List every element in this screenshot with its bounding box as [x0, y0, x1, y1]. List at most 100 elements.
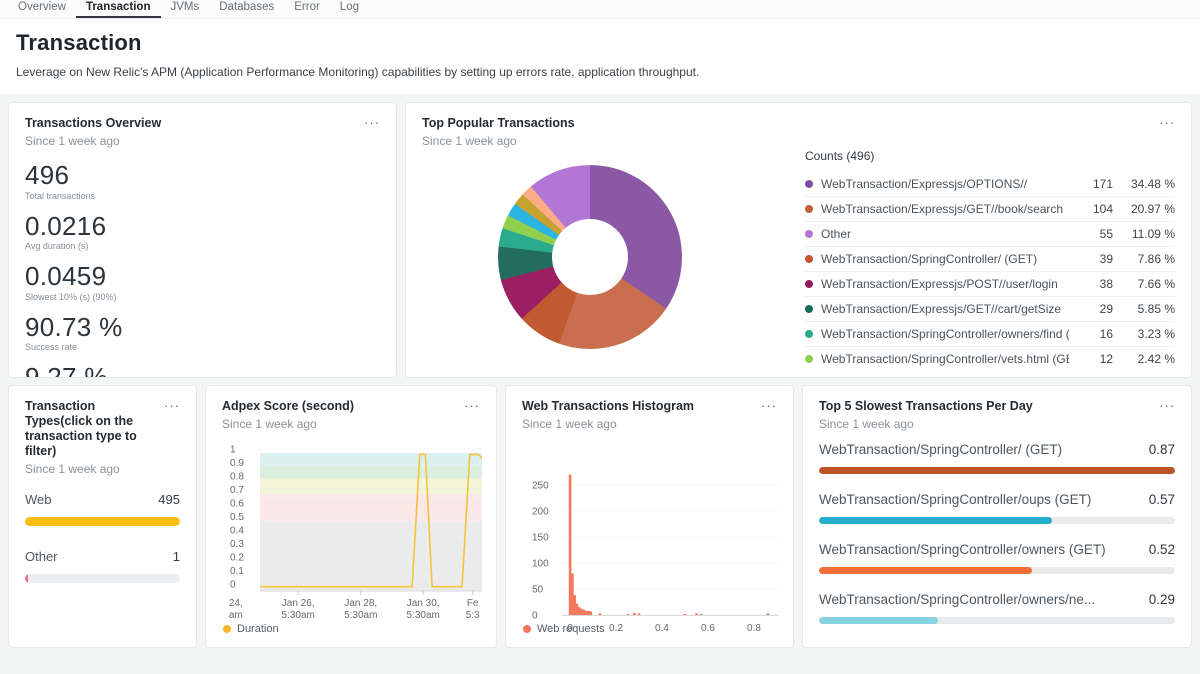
svg-text:0.8: 0.8 [747, 623, 761, 634]
svg-text:Jan 28,: Jan 28, [344, 598, 377, 609]
legend-label: Web requests [537, 623, 605, 635]
tab-overview[interactable]: Overview [8, 0, 76, 18]
tab-databases[interactable]: Databases [209, 0, 284, 18]
transaction-duration: 0.24 [1149, 641, 1175, 648]
metric-value: 9.27 % [25, 363, 380, 378]
svg-text:Fe: Fe [467, 598, 479, 609]
top5-row[interactable]: WebTransaction/SpringController/owners/n… [819, 591, 1175, 624]
panel-adpex-score: Adpex Score (second) Since 1 week ago ··… [205, 385, 497, 648]
svg-text:24,: 24, [229, 598, 243, 609]
types-label: Other [25, 549, 58, 564]
svg-text:0.7: 0.7 [230, 485, 244, 496]
legend-pct: 7.86 % [1113, 252, 1175, 266]
svg-text:0.1: 0.1 [230, 566, 244, 577]
panel-menu-button[interactable]: ··· [158, 399, 180, 459]
tab-jvms[interactable]: JVMs [161, 0, 210, 18]
svg-text:Jan 26,: Jan 26, [282, 598, 315, 609]
svg-text:0.9: 0.9 [230, 458, 244, 469]
legend-pct: 20.97 % [1113, 202, 1175, 216]
svg-text:0: 0 [230, 580, 236, 591]
legend-row[interactable]: WebTransaction/SpringController/owners/f… [805, 321, 1175, 346]
legend-pct: 3.23 % [1113, 327, 1175, 341]
metric-total-transactions: 496 Total transactions [25, 161, 380, 201]
series-color-dot [805, 205, 813, 213]
legend-row[interactable]: Other 55 11.09 % [805, 221, 1175, 246]
bar-track [819, 617, 1175, 624]
bar-fill [25, 574, 28, 583]
panel-title: Transaction Types(click on the transacti… [25, 399, 158, 459]
legend-pct: 2.42 % [1113, 352, 1175, 366]
series-color-dot [805, 305, 813, 313]
adpex-legend[interactable]: Duration [223, 623, 279, 635]
series-color-dot [805, 180, 813, 188]
panel-menu-button[interactable]: ··· [1153, 116, 1175, 148]
legend-row[interactable]: WebTransaction/Expressjs/OPTIONS// 171 3… [805, 171, 1175, 196]
legend-header: Counts (496) [805, 149, 1175, 171]
histogram-chart[interactable]: 05010015020025000.20.40.60.8 [522, 435, 779, 639]
svg-text:0.6: 0.6 [701, 623, 715, 634]
bar-track [819, 467, 1175, 474]
svg-text:5:30am: 5:30am [282, 610, 315, 621]
legend-row[interactable]: WebTransaction/Expressjs/GET//cart/getSi… [805, 296, 1175, 321]
legend-pct: 11.09 % [1113, 227, 1175, 241]
types-label: Web [25, 492, 52, 507]
svg-text:1: 1 [230, 445, 236, 456]
svg-text:0.5: 0.5 [230, 512, 244, 523]
svg-text:250: 250 [532, 481, 549, 492]
adpex-line-chart[interactable]: 10.90.80.70.60.50.40.30.20.1024,amJan 26… [222, 439, 482, 623]
panel-subtitle: Since 1 week ago [222, 417, 458, 431]
metric-failed-rate: 9.27 % Failed rate [25, 363, 380, 378]
types-value: 1 [173, 549, 180, 564]
types-bar-list: Web 495 Other 1 [25, 492, 180, 583]
panel-menu-button[interactable]: ··· [755, 399, 777, 431]
top5-row[interactable]: WebTransaction/SpringController/owners (… [819, 541, 1175, 574]
legend-row[interactable]: WebTransaction/Expressjs/POST//user/logi… [805, 271, 1175, 296]
types-value: 495 [158, 492, 180, 507]
legend-name: WebTransaction/SpringController/vets.htm… [821, 352, 1069, 366]
bar-fill [25, 517, 180, 526]
legend-row[interactable]: WebTransaction/Expressjs/GET//book/searc… [805, 196, 1175, 221]
series-color-dot [805, 280, 813, 288]
top5-row[interactable]: WebTransaction/SpringController/owners/.… [819, 641, 1175, 648]
web-requests-series-dot [523, 625, 531, 633]
panel-title: Adpex Score (second) [222, 399, 458, 414]
tab-log[interactable]: Log [330, 0, 369, 18]
dashboard-grid: Transactions Overview Since 1 week ago ·… [0, 94, 1200, 656]
types-row[interactable]: Other 1 [25, 549, 180, 583]
series-color-dot [805, 355, 813, 363]
tab-transaction[interactable]: Transaction [76, 0, 161, 18]
legend-name: WebTransaction/Expressjs/OPTIONS// [821, 177, 1069, 191]
legend-name: WebTransaction/Expressjs/GET//book/searc… [821, 202, 1069, 216]
legend-pct: 5.85 % [1113, 302, 1175, 316]
transaction-duration: 0.52 [1149, 541, 1175, 558]
panel-web-transactions-histogram: Web Transactions Histogram Since 1 week … [505, 385, 794, 648]
panel-menu-button[interactable]: ··· [358, 116, 380, 148]
types-row[interactable]: Web 495 [25, 492, 180, 526]
histogram-legend[interactable]: Web requests [523, 623, 605, 635]
svg-text:5:3: 5:3 [466, 610, 480, 621]
top5-row[interactable]: WebTransaction/SpringController/ (GET) 0… [819, 441, 1175, 474]
metric-success-rate: 90.73 % Success rate [25, 313, 380, 353]
panel-menu-button[interactable]: ··· [1153, 399, 1175, 431]
panel-menu-button[interactable]: ··· [458, 399, 480, 431]
series-color-dot [805, 230, 813, 238]
panel-top-popular-transactions: Top Popular Transactions Since 1 week ag… [405, 102, 1192, 378]
transaction-name: WebTransaction/SpringController/owners (… [819, 541, 1149, 558]
legend-row[interactable]: WebTransaction/SpringController/ (GET) 3… [805, 246, 1175, 271]
transaction-duration: 0.29 [1149, 591, 1175, 608]
svg-text:0.2: 0.2 [230, 553, 244, 564]
panel-title: Transactions Overview [25, 116, 358, 131]
transaction-name: WebTransaction/SpringController/oups (GE… [819, 491, 1149, 508]
top5-row[interactable]: WebTransaction/SpringController/oups (GE… [819, 491, 1175, 524]
legend-name: WebTransaction/Expressjs/GET//cart/getSi… [821, 302, 1069, 316]
donut-chart[interactable] [498, 165, 682, 349]
legend-row[interactable]: WebTransaction/SpringController/vets.htm… [805, 346, 1175, 367]
svg-text:Jan 30,: Jan 30, [407, 598, 440, 609]
svg-text:5:30am: 5:30am [344, 610, 377, 621]
svg-text:0.2: 0.2 [609, 623, 623, 634]
svg-text:5:30am: 5:30am [406, 610, 439, 621]
bar-track [819, 567, 1175, 574]
metric-value: 496 [25, 161, 380, 190]
tab-error[interactable]: Error [284, 0, 330, 18]
series-color-dot [805, 330, 813, 338]
